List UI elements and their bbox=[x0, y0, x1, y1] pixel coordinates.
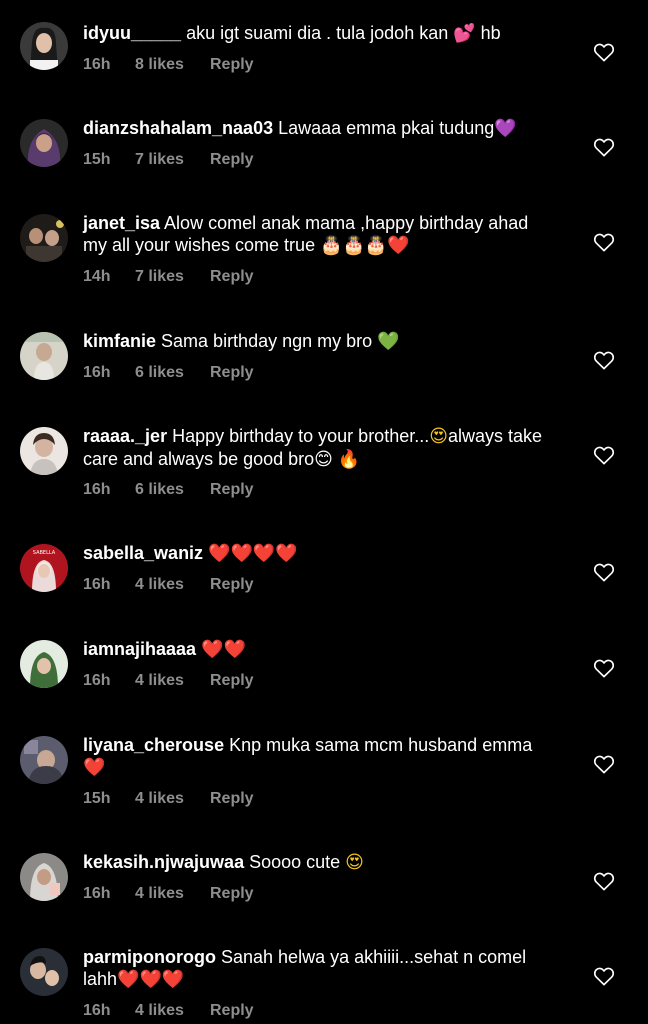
reply-button[interactable]: Reply bbox=[210, 480, 254, 500]
comment-text: dianzshahalam_naa03 Lawaaa emma pkai tud… bbox=[83, 117, 553, 140]
comment-meta: 16h 4 likes Reply bbox=[83, 671, 553, 691]
comment-body: Lawaaa emma pkai tudung bbox=[273, 118, 495, 138]
reply-button[interactable]: Reply bbox=[210, 575, 254, 595]
avatar[interactable]: SABELLA bbox=[20, 544, 68, 592]
comment-username[interactable]: parmiponorogo bbox=[83, 947, 216, 967]
comment-meta: 16h 4 likes Reply bbox=[83, 884, 553, 904]
comment-body: Sama birthday ngn my bro bbox=[156, 331, 378, 351]
reply-button[interactable]: Reply bbox=[210, 884, 254, 904]
comment-text: kekasih.njwajuwaa Soooo cute 😍 bbox=[83, 851, 553, 874]
comment-likes[interactable]: 6 likes bbox=[135, 363, 210, 383]
comment-text: raaaa._jer Happy birthday to your brothe… bbox=[83, 425, 553, 470]
two-hearts-emoji-icon: 💕 bbox=[453, 23, 476, 44]
reply-button[interactable]: Reply bbox=[210, 55, 254, 75]
reply-button[interactable]: Reply bbox=[210, 789, 254, 809]
comment-likes[interactable]: 6 likes bbox=[135, 480, 210, 500]
comment-likes[interactable]: 7 likes bbox=[135, 150, 210, 170]
reply-button[interactable]: Reply bbox=[210, 1001, 254, 1021]
comment-time: 16h bbox=[83, 481, 111, 498]
comment-username[interactable]: iamnajihaaaa bbox=[83, 639, 196, 659]
comment-text: parmiponorogo Sanah helwa ya akhiiii...s… bbox=[83, 946, 553, 991]
red-heart-emoji-icon: ❤️❤️❤️ bbox=[117, 969, 185, 990]
reply-button[interactable]: Reply bbox=[210, 363, 254, 383]
comment-username[interactable]: idyuu_____ bbox=[83, 23, 181, 43]
purple-heart-emoji-icon: 💜 bbox=[494, 118, 517, 139]
comment-username[interactable]: liyana_cherouse bbox=[83, 735, 224, 755]
red-heart-emoji-icon: ❤️ bbox=[83, 757, 106, 778]
comment-username[interactable]: raaaa._jer bbox=[83, 426, 167, 446]
avatar[interactable] bbox=[20, 736, 68, 784]
comment-time: 15h bbox=[83, 790, 111, 807]
comment-text: iamnajihaaaa ❤️❤️ bbox=[83, 638, 553, 661]
avatar[interactable] bbox=[20, 640, 68, 688]
heart-outline-icon[interactable] bbox=[593, 562, 615, 582]
comment-meta: 16h 4 likes Reply bbox=[83, 1001, 553, 1021]
heart-eyes-emoji-icon: 😍 bbox=[345, 852, 364, 873]
comment-body: aku igt suami dia . tula jodoh kan bbox=[181, 23, 454, 43]
comment-meta: 15h 4 likes Reply bbox=[83, 789, 553, 809]
comment-likes[interactable]: 4 likes bbox=[135, 671, 210, 691]
comment-meta: 15h 7 likes Reply bbox=[83, 150, 553, 170]
comment-likes[interactable]: 4 likes bbox=[135, 789, 210, 809]
comment-text: janet_isa Alow comel anak mama ,happy bi… bbox=[83, 212, 553, 257]
comment-likes[interactable]: 4 likes bbox=[135, 884, 210, 904]
avatar[interactable] bbox=[20, 332, 68, 380]
comment-meta: 16h 6 likes Reply bbox=[83, 363, 553, 383]
comment-meta: 16h 8 likes Reply bbox=[83, 55, 553, 75]
heart-outline-icon[interactable] bbox=[593, 445, 615, 465]
comment-username[interactable]: dianzshahalam_naa03 bbox=[83, 118, 273, 138]
comment-meta: 16h 6 likes Reply bbox=[83, 480, 553, 500]
comment-text: sabella_waniz ❤️❤️❤️❤️ bbox=[83, 542, 553, 565]
heart-outline-icon[interactable] bbox=[593, 966, 615, 986]
heart-outline-icon[interactable] bbox=[593, 658, 615, 678]
red-heart-emoji-icon: ❤️❤️❤️❤️ bbox=[208, 543, 298, 564]
avatar[interactable] bbox=[20, 119, 68, 167]
comment-text: idyuu_____ aku igt suami dia . tula jodo… bbox=[83, 22, 553, 45]
comment-time: 16h bbox=[83, 885, 111, 902]
comment-likes[interactable]: 4 likes bbox=[135, 1001, 210, 1021]
green-heart-emoji-icon: 💚 bbox=[377, 331, 400, 352]
red-heart-emoji-icon: ❤️❤️ bbox=[201, 639, 246, 660]
reply-button[interactable]: Reply bbox=[210, 671, 254, 691]
reply-button[interactable]: Reply bbox=[210, 150, 254, 170]
comment-body: Happy birthday to your brother... bbox=[167, 426, 430, 446]
heart-eyes-emoji-icon: 😍 bbox=[429, 426, 448, 447]
comment-time: 16h bbox=[83, 1002, 111, 1019]
comment-body: Knp muka sama mcm husband emma bbox=[224, 735, 533, 755]
heart-outline-icon[interactable] bbox=[593, 232, 615, 252]
comment-username[interactable]: kekasih.njwajuwaa bbox=[83, 852, 244, 872]
comment-username[interactable]: sabella_waniz bbox=[83, 543, 203, 563]
comment-time: 16h bbox=[83, 672, 111, 689]
comment-trailing: hb bbox=[475, 23, 501, 43]
comment-body: Soooo cute bbox=[244, 852, 346, 872]
avatar[interactable] bbox=[20, 948, 68, 996]
comment-meta: 16h 4 likes Reply bbox=[83, 575, 553, 595]
heart-outline-icon[interactable] bbox=[593, 871, 615, 891]
comment-likes[interactable]: 7 likes bbox=[135, 267, 210, 287]
comment-username[interactable]: kimfanie bbox=[83, 331, 156, 351]
comment-text: liyana_cherouse Knp muka sama mcm husban… bbox=[83, 734, 553, 779]
comment-time: 16h bbox=[83, 576, 111, 593]
comment-time: 15h bbox=[83, 151, 111, 168]
heart-outline-icon[interactable] bbox=[593, 754, 615, 774]
heart-outline-icon[interactable] bbox=[593, 137, 615, 157]
avatar[interactable] bbox=[20, 853, 68, 901]
avatar[interactable] bbox=[20, 427, 68, 475]
comment-text: kimfanie Sama birthday ngn my bro 💚 bbox=[83, 330, 553, 353]
comment-time: 16h bbox=[83, 56, 111, 73]
reply-button[interactable]: Reply bbox=[210, 267, 254, 287]
comment-time: 16h bbox=[83, 364, 111, 381]
comment-meta: 14h 7 likes Reply bbox=[83, 267, 553, 287]
heart-outline-icon[interactable] bbox=[593, 350, 615, 370]
heart-outline-icon[interactable] bbox=[593, 42, 615, 62]
birthday-cake-emoji-icon: 🎂🎂🎂❤️ bbox=[320, 235, 410, 256]
avatar[interactable] bbox=[20, 214, 68, 262]
comment-likes[interactable]: 8 likes bbox=[135, 55, 210, 75]
comment-time: 14h bbox=[83, 268, 111, 285]
avatar[interactable] bbox=[20, 22, 68, 70]
comment-likes[interactable]: 4 likes bbox=[135, 575, 210, 595]
comment-username[interactable]: janet_isa bbox=[83, 213, 160, 233]
svg-text:SABELLA: SABELLA bbox=[33, 550, 56, 556]
